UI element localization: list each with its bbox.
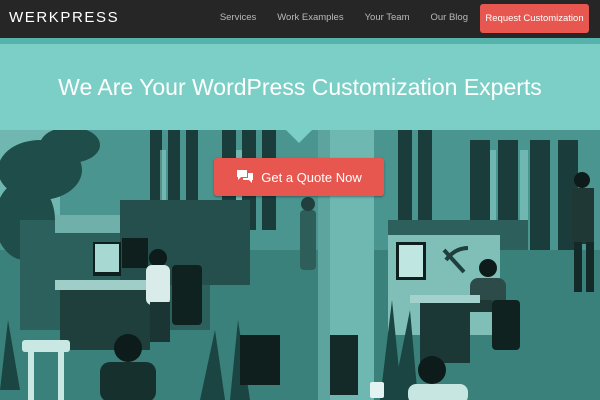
nav-item-our-blog[interactable]: Our Blog — [431, 12, 469, 23]
nav-item-your-team[interactable]: Your Team — [365, 12, 410, 23]
nav-item-work-examples[interactable]: Work Examples — [277, 12, 343, 23]
hero-notch — [285, 129, 313, 143]
top-navigation-bar: WERKPRESS Services Work Examples Your Te… — [0, 0, 600, 38]
request-customization-button[interactable]: Request Customization — [480, 4, 589, 33]
nav-item-services[interactable]: Services — [220, 12, 256, 23]
get-quote-label: Get a Quote Now — [261, 169, 362, 185]
chat-bubbles-icon — [236, 169, 254, 185]
main-nav: Services Work Examples Your Team Our Blo… — [199, 12, 468, 23]
get-quote-button[interactable]: Get a Quote Now — [214, 158, 384, 196]
hero-title: We Are Your WordPress Customization Expe… — [58, 74, 542, 100]
site-logo[interactable]: WERKPRESS — [9, 9, 119, 26]
